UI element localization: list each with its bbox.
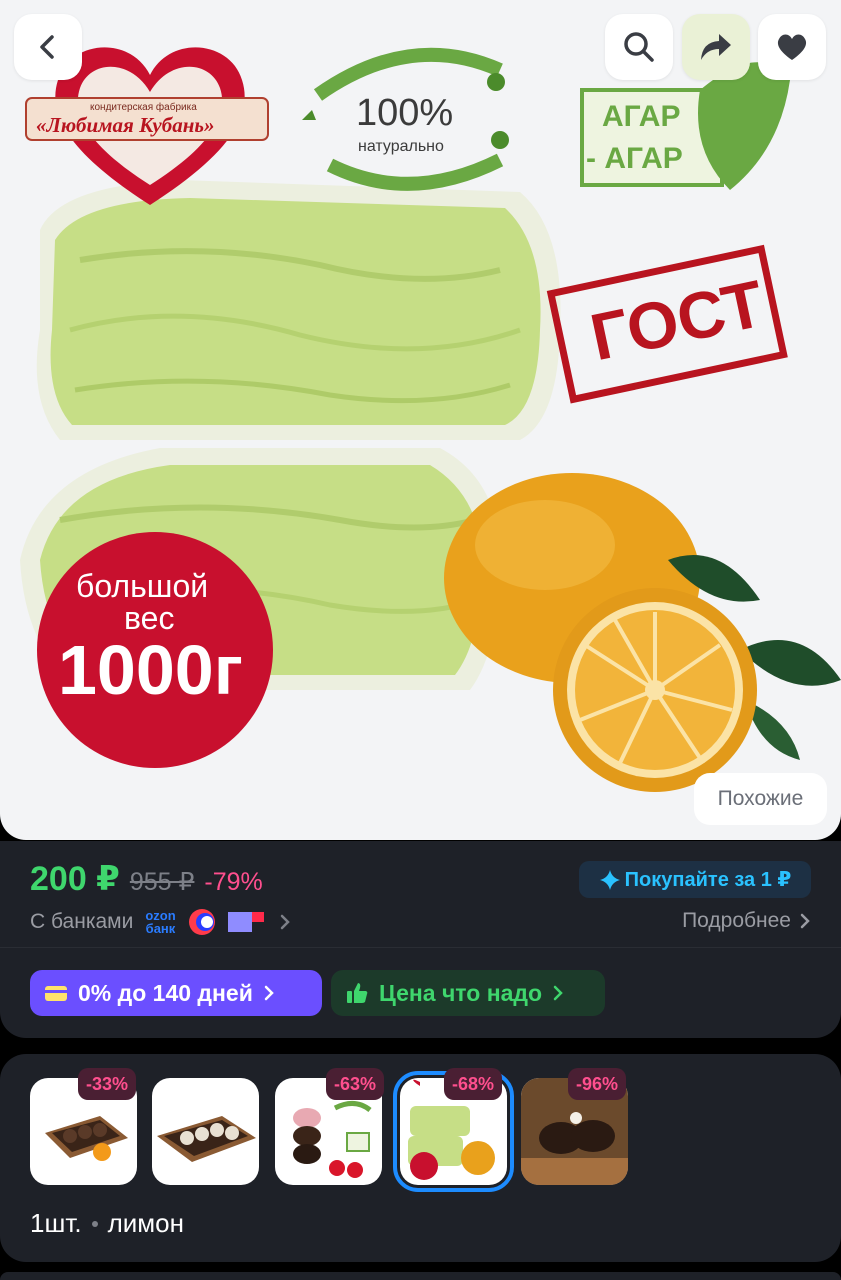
flavor-label: лимон — [107, 1208, 184, 1238]
bank-logo-icon — [188, 909, 215, 935]
weight-value: 1000г — [58, 631, 243, 709]
chevron-right-icon — [280, 914, 290, 930]
old-price: 955 ₽ — [129, 868, 195, 896]
variant-discount-badge: -63% — [326, 1068, 385, 1100]
chevron-left-icon — [40, 35, 54, 59]
heart-icon — [777, 34, 807, 60]
details-label: Подробнее — [682, 909, 791, 932]
natural-percent: 100% — [356, 92, 454, 134]
agar-line-2: - АГАР — [586, 142, 683, 175]
similar-button[interactable]: Похожие — [694, 773, 827, 825]
banks-label: С банками — [30, 910, 134, 933]
variant-image — [157, 1116, 256, 1162]
promo-label: Покупайте за 1 ₽ — [624, 869, 792, 891]
price-card: 200 ₽ 955 ₽ -79% Покупайте за 1 ₽ С банк… — [0, 841, 841, 1038]
search-icon — [624, 32, 654, 62]
next-section-edge — [0, 1272, 841, 1280]
back-button[interactable] — [14, 14, 82, 80]
chevron-right-icon — [553, 985, 563, 1001]
agar-line-1: АГАР — [602, 100, 681, 133]
current-price: 200 ₽ — [30, 860, 120, 898]
selected-variant-label: 1шт. лимон — [30, 1208, 184, 1239]
share-icon — [701, 34, 731, 60]
good-price-chip[interactable]: Цена что надо — [331, 970, 605, 1016]
favorite-button[interactable] — [758, 14, 826, 80]
banks-row[interactable]: С банками ozon банк — [30, 908, 292, 936]
variant-discount-badge: -68% — [444, 1068, 503, 1100]
brand-name: «Любимая Кубань» — [36, 113, 215, 137]
share-button[interactable] — [682, 14, 750, 80]
installment-chip[interactable]: 0% до 140 дней — [30, 970, 322, 1016]
variant-discount-badge: -96% — [568, 1068, 627, 1100]
product-image-area[interactable]: кондитерская фабрика «Любимая Кубань» 10… — [0, 0, 841, 840]
sparkle-icon — [599, 869, 620, 890]
installment-label: 0% до 140 дней — [78, 979, 253, 1006]
variant-discount-badge: -33% — [78, 1068, 137, 1100]
separator-dot — [91, 1220, 98, 1227]
variants-card: -33% -63% -68% -96% 1шт. лимон — [0, 1054, 841, 1262]
price-row: 200 ₽ 955 ₽ -79% — [30, 859, 263, 899]
thumbs-up-icon — [347, 983, 368, 1003]
bank-card-icon — [227, 912, 264, 932]
search-button[interactable] — [605, 14, 673, 80]
credit-card-icon — [45, 986, 67, 1001]
brand-caption: кондитерская фабрика — [90, 102, 197, 113]
divider — [0, 947, 841, 948]
details-link[interactable]: Подробнее — [682, 909, 811, 933]
ozon-bank-logo: ozon банк — [145, 908, 176, 936]
natural-text: натурально — [358, 138, 444, 155]
chevron-right-icon — [264, 985, 274, 1001]
good-price-label: Цена что надо — [379, 979, 543, 1006]
quantity-label: 1шт. — [30, 1208, 82, 1238]
buy-for-1-promo[interactable]: Покупайте за 1 ₽ — [579, 861, 811, 898]
discount-percent: -79% — [204, 868, 263, 896]
variant-thumb-2[interactable] — [152, 1078, 259, 1185]
chevron-right-icon — [800, 913, 810, 929]
